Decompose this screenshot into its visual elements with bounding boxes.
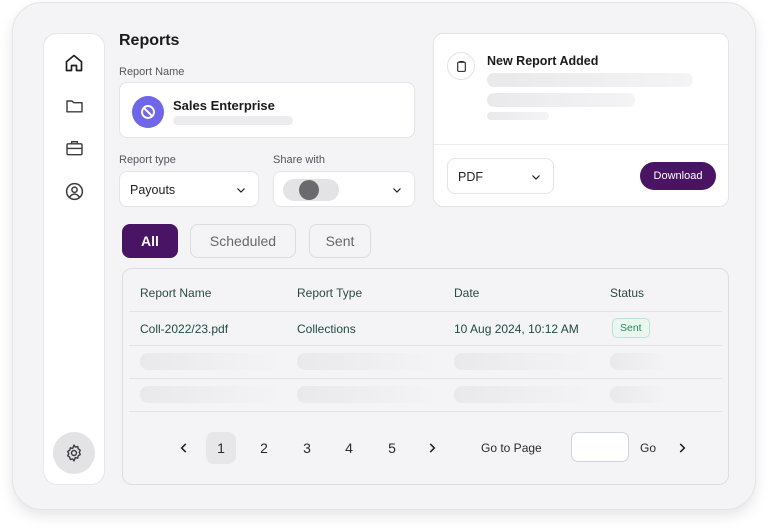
- next-page-button[interactable]: [421, 432, 443, 464]
- chevron-left-icon: [180, 443, 187, 453]
- format-value: PDF: [458, 170, 483, 184]
- cell-report-type: Collections: [297, 322, 356, 336]
- notification-title: New Report Added: [487, 54, 599, 68]
- divider: [129, 311, 722, 312]
- report-type-select[interactable]: Payouts: [119, 171, 259, 207]
- format-select[interactable]: PDF: [447, 158, 554, 194]
- divider: [129, 378, 722, 379]
- prev-page-button[interactable]: [173, 432, 195, 464]
- chevron-right-icon: [429, 443, 436, 453]
- goto-page-input[interactable]: [571, 432, 629, 462]
- report-name-label: Report Name: [119, 66, 185, 78]
- skeleton-cell: [140, 353, 282, 370]
- column-header: Status: [610, 286, 645, 300]
- filter-tab-scheduled[interactable]: Scheduled: [190, 224, 296, 258]
- report-type-value: Payouts: [130, 183, 176, 197]
- briefcase-icon[interactable]: [61, 135, 87, 161]
- report-type-label: Report type: [119, 154, 176, 166]
- company-name: Sales Enterprise: [173, 98, 275, 113]
- go-button[interactable]: Go: [640, 441, 656, 455]
- page-button-4[interactable]: 4: [339, 432, 359, 464]
- home-icon[interactable]: [61, 50, 87, 76]
- settings-button[interactable]: [53, 432, 95, 474]
- skeleton-cell: [610, 353, 668, 370]
- column-header: Date: [454, 286, 480, 300]
- divider: [129, 345, 722, 346]
- gear-icon: [67, 444, 81, 462]
- chevron-right-icon: [679, 443, 686, 453]
- reports-table: Report Name Report Type Date Status Coll…: [122, 268, 729, 485]
- share-with-select[interactable]: [273, 171, 415, 207]
- page-title: Reports: [119, 32, 180, 49]
- filter-tab-all[interactable]: All: [122, 224, 178, 258]
- column-header: Report Type: [297, 286, 363, 300]
- report-name-field[interactable]: Sales Enterprise: [119, 82, 415, 138]
- skeleton-cell: [454, 353, 596, 370]
- company-logo-icon: [132, 96, 164, 128]
- skeleton-cell: [454, 386, 596, 403]
- status-badge: Sent: [612, 318, 650, 338]
- sidebar: [43, 33, 105, 485]
- page-button-3[interactable]: 3: [297, 432, 317, 464]
- column-header: Report Name: [140, 286, 212, 300]
- download-button[interactable]: Download: [640, 162, 716, 190]
- skeleton-cell: [297, 353, 439, 370]
- skeleton-line: [173, 116, 293, 125]
- skeleton-line: [487, 73, 693, 87]
- go-next-button[interactable]: [671, 432, 693, 464]
- user-circle-icon[interactable]: [61, 178, 87, 204]
- skeleton-line: [487, 112, 549, 120]
- new-report-card: New Report Added PDF Download: [433, 33, 729, 207]
- page-button-1[interactable]: 1: [206, 432, 236, 464]
- goto-page-label: Go to Page: [481, 441, 542, 455]
- skeleton-cell: [140, 386, 282, 403]
- chevron-down-icon: [237, 188, 245, 193]
- page-button-5[interactable]: 5: [382, 432, 402, 464]
- shared-users-avatars: [283, 179, 339, 201]
- app-window: Reports Report Name Sales Enterprise Rep…: [12, 2, 756, 510]
- cell-date: 10 Aug 2024, 10:12 AM: [454, 322, 579, 336]
- page-button-2[interactable]: 2: [254, 432, 274, 464]
- divider: [129, 411, 722, 412]
- divider: [434, 144, 728, 145]
- avatar: [299, 180, 319, 200]
- share-with-label: Share with: [273, 154, 325, 166]
- clipboard-icon: [447, 52, 475, 80]
- skeleton-line: [487, 93, 635, 107]
- skeleton-cell: [610, 386, 668, 403]
- cell-report-name: Coll-2022/23.pdf: [140, 322, 229, 336]
- chevron-down-icon: [532, 175, 540, 180]
- folder-icon[interactable]: [61, 93, 87, 119]
- filter-tab-sent[interactable]: Sent: [309, 224, 371, 258]
- skeleton-cell: [297, 386, 439, 403]
- chevron-down-icon: [393, 188, 401, 193]
